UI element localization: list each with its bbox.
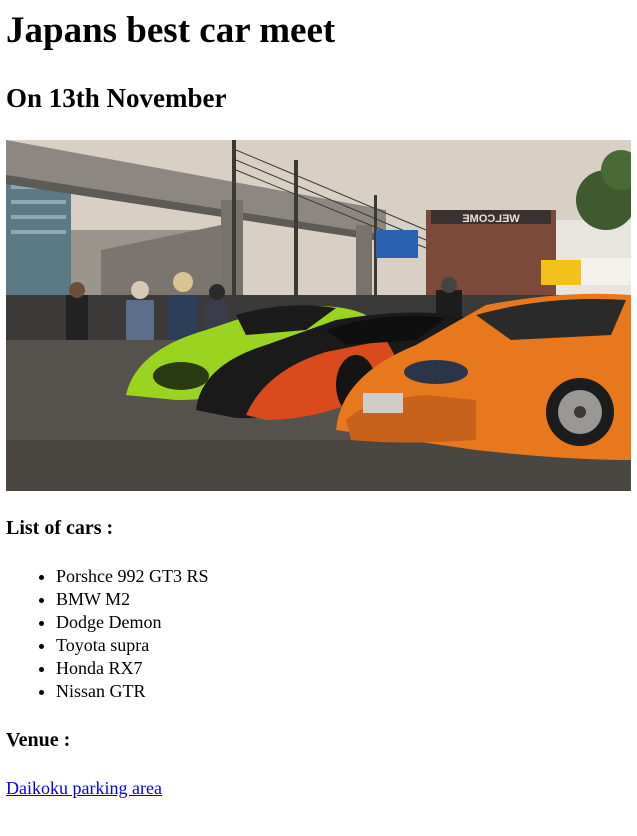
welcome-sign: WELCOME	[462, 213, 519, 225]
list-item: Toyota supra	[56, 634, 209, 657]
page-subtitle: On 13th November	[6, 83, 227, 113]
car-meet-photo: WELCOME	[6, 140, 631, 491]
list-item: BMW M2	[56, 588, 209, 611]
list-item: Porshce 992 GT3 RS	[56, 565, 209, 588]
list-item: Honda RX7	[56, 657, 209, 680]
list-item: Nissan GTR	[56, 680, 209, 703]
cars-list-heading: List of cars :	[6, 517, 114, 539]
venue-heading: Venue :	[6, 729, 71, 751]
list-item: Dodge Demon	[56, 611, 209, 634]
page-title: Japans best car meet	[6, 10, 336, 51]
cars-list: Porshce 992 GT3 RS BMW M2 Dodge Demon To…	[16, 565, 209, 703]
venue-link[interactable]: Daikoku parking area	[6, 777, 162, 800]
